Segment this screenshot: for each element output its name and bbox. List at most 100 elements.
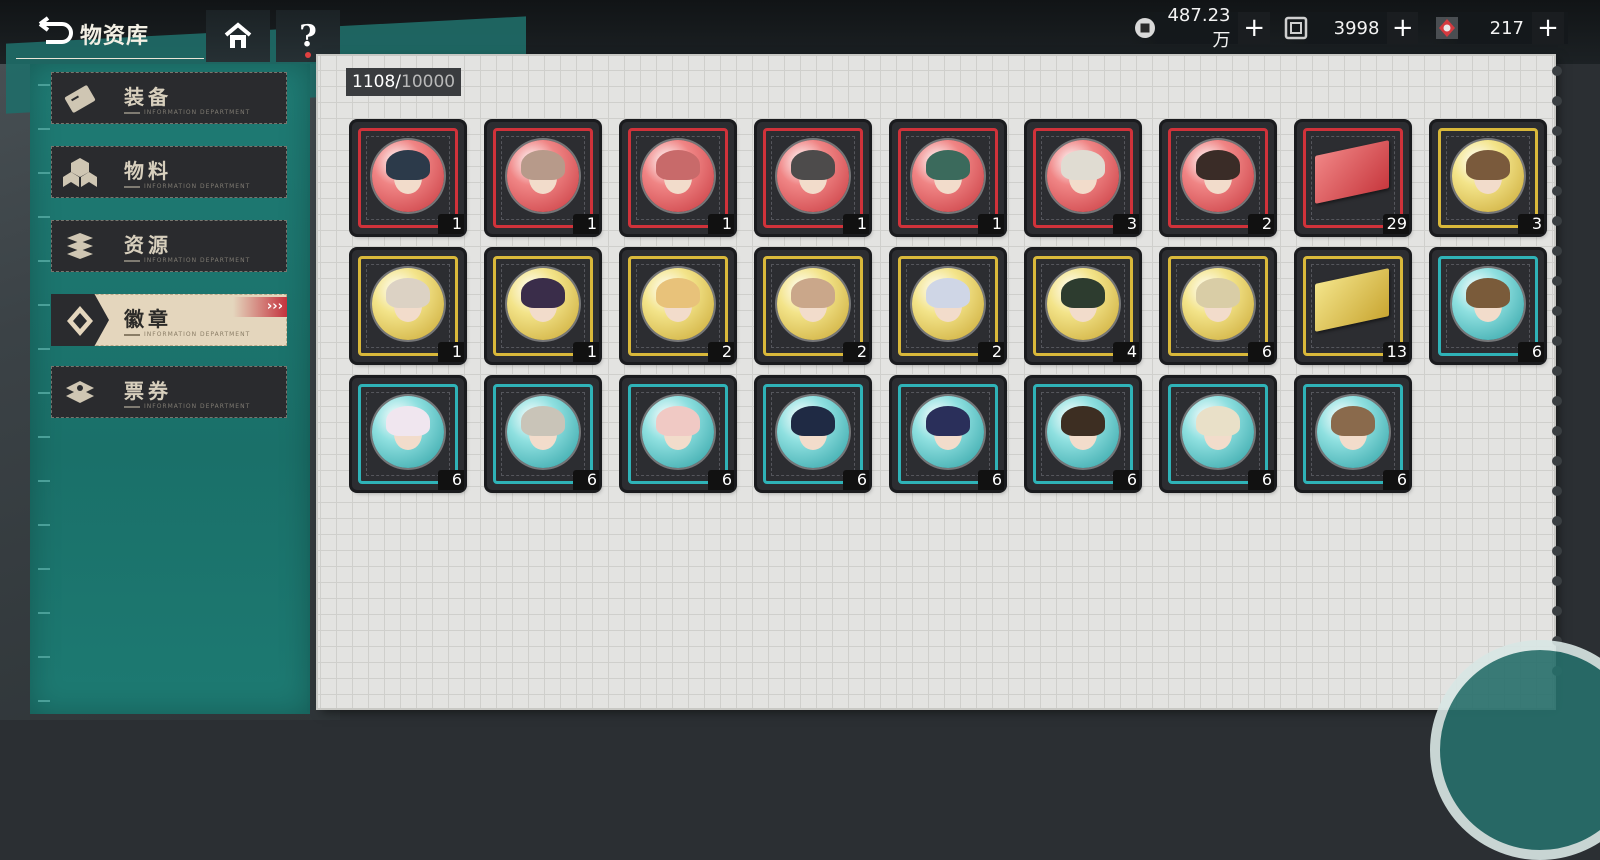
spiral-mark	[38, 260, 50, 262]
back-button[interactable]: 物资库	[36, 14, 206, 54]
category-tickets[interactable]: 票券 INFORMATION DEPARTMENT	[51, 366, 287, 418]
badge-portrait-hair	[656, 406, 700, 436]
character-badge-icon	[1452, 140, 1524, 212]
item-quantity: 1	[708, 214, 734, 234]
item-quantity: 2	[1248, 214, 1274, 234]
item-slot[interactable]: 29	[1297, 122, 1409, 234]
spiral-mark	[38, 480, 50, 482]
item-slot[interactable]: 1	[352, 122, 464, 234]
item-slot[interactable]: 6	[1027, 378, 1139, 490]
item-quantity: 6	[1248, 470, 1274, 490]
item-slot[interactable]: 1	[487, 122, 599, 234]
spiral-mark	[38, 656, 50, 658]
paper-hole	[1552, 306, 1562, 316]
item-slot[interactable]: 13	[1297, 250, 1409, 362]
item-slot[interactable]: 3	[1432, 122, 1544, 234]
character-badge-icon	[372, 140, 444, 212]
inventory-capacity: 10000	[401, 72, 456, 92]
item-slot[interactable]: 3	[1027, 122, 1139, 234]
item-slot[interactable]: 6	[487, 378, 599, 490]
item-slot[interactable]: 4	[1027, 250, 1139, 362]
category-subtitle: INFORMATION DEPARTMENT	[124, 331, 250, 338]
item-slot[interactable]: 6	[1432, 250, 1544, 362]
category-label: 装备	[124, 85, 172, 109]
home-button[interactable]	[206, 10, 270, 62]
currency-tiles: 3998 +	[1282, 12, 1418, 44]
add-coins-button[interactable]: +	[1238, 12, 1270, 44]
item-quantity: 4	[1113, 342, 1139, 362]
item-slot[interactable]: 2	[757, 250, 869, 362]
item-slot[interactable]: 1	[487, 250, 599, 362]
item-slot[interactable]: 6	[757, 378, 869, 490]
character-badge-icon	[1182, 268, 1254, 340]
item-quantity: 1	[438, 214, 464, 234]
currency-crystals-value: 217	[1489, 17, 1524, 39]
badge-portrait-hair	[1196, 150, 1240, 180]
spiral-mark	[38, 84, 50, 86]
item-slot[interactable]: 2	[622, 250, 734, 362]
inventory-counter: 1108/10000	[346, 68, 462, 96]
item-slot[interactable]: 6	[892, 378, 1004, 490]
add-crystals-button[interactable]: +	[1532, 12, 1564, 44]
category-equipment[interactable]: 装备 INFORMATION DEPARTMENT	[51, 72, 287, 124]
item-quantity: 6	[573, 470, 599, 490]
item-slot[interactable]: 1	[352, 250, 464, 362]
badge-portrait-hair	[521, 150, 565, 180]
inventory-count: 1108	[352, 72, 396, 92]
badge-portrait-hair	[1466, 150, 1510, 180]
item-slot[interactable]: 6	[1162, 378, 1274, 490]
badge-portrait-hair	[791, 278, 835, 308]
item-slot[interactable]: 6	[1162, 250, 1274, 362]
paper-hole	[1552, 546, 1562, 556]
home-icon	[224, 22, 252, 48]
character-badge-icon	[1047, 140, 1119, 212]
help-button[interactable]: ?	[276, 10, 340, 62]
category-badges[interactable]: 徽章 INFORMATION DEPARTMENT ›››	[51, 294, 287, 346]
item-quantity: 2	[843, 342, 869, 362]
character-badge-icon	[1182, 396, 1254, 468]
badge-portrait-hair	[1331, 406, 1375, 436]
item-slot[interactable]: 1	[622, 122, 734, 234]
category-resources[interactable]: 资源 INFORMATION DEPARTMENT	[51, 220, 287, 272]
currency-tiles-value: 3998	[1333, 17, 1380, 39]
item-slot[interactable]: 6	[1297, 378, 1409, 490]
character-badge-icon	[1182, 140, 1254, 212]
paper-hole	[1552, 96, 1562, 106]
equipment-card-icon	[62, 81, 98, 117]
item-quantity: 6	[1113, 470, 1139, 490]
add-tiles-button[interactable]: +	[1387, 12, 1418, 44]
character-badge-icon	[777, 140, 849, 212]
resources-stack-icon	[62, 229, 98, 265]
badge-portrait-hair	[1061, 150, 1105, 180]
item-quantity: 6	[978, 470, 1004, 490]
category-materials[interactable]: 物料 INFORMATION DEPARTMENT	[51, 146, 287, 198]
paper-hole	[1552, 576, 1562, 586]
item-slot[interactable]: 6	[622, 378, 734, 490]
ticket-icon	[62, 375, 98, 411]
paper-hole	[1552, 336, 1562, 346]
paper-hole	[1552, 276, 1562, 286]
badge-portrait-hair	[386, 278, 430, 308]
title-underline	[16, 58, 204, 59]
badge-portrait-hair	[656, 278, 700, 308]
item-slot[interactable]: 6	[352, 378, 464, 490]
badge-portrait-hair	[1061, 406, 1105, 436]
notification-dot	[305, 52, 311, 58]
spiral-mark	[38, 172, 50, 174]
spiral-mark	[38, 436, 50, 438]
currency-coins: 487.23万 +	[1130, 5, 1270, 51]
item-slot[interactable]: 1	[892, 122, 1004, 234]
item-slot[interactable]: 1	[757, 122, 869, 234]
paper-hole	[1552, 606, 1562, 616]
coin-icon	[1130, 13, 1160, 43]
spiral-mark	[38, 304, 50, 306]
item-quantity: 3	[1518, 214, 1544, 234]
character-badge-icon	[507, 268, 579, 340]
item-slot[interactable]: 2	[892, 250, 1004, 362]
character-badge-icon	[777, 396, 849, 468]
character-badge-icon	[507, 140, 579, 212]
spiral-mark	[38, 216, 50, 218]
item-slot[interactable]: 2	[1162, 122, 1274, 234]
item-quantity: 1	[843, 214, 869, 234]
paper-edge-holes	[1548, 56, 1562, 708]
